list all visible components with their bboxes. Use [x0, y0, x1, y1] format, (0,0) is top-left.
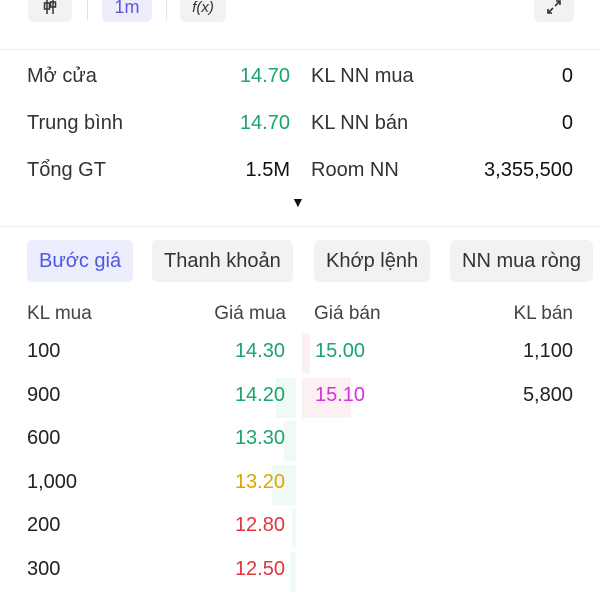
buy-price: 12.80: [234, 514, 285, 537]
tab-price-step[interactable]: Bước giá: [27, 240, 134, 282]
stat-label: Tổng GT: [27, 159, 106, 181]
sell-volume: 5,800: [522, 383, 573, 406]
buy-price: 14.20: [234, 383, 285, 406]
buy-price: 13.30: [234, 427, 285, 450]
stat-value: 0: [561, 65, 573, 87]
expand-caret-icon[interactable]: ▼: [291, 194, 305, 210]
buy-depth-bar: [284, 421, 296, 462]
sell-price: 15.00: [315, 340, 366, 362]
buy-volume: 900: [27, 383, 61, 406]
section-divider: [0, 226, 600, 227]
tab-matched-orders[interactable]: Khớp lệnh: [314, 240, 431, 282]
header-buy-price: Giá mua: [214, 303, 286, 324]
stat-row: Trung bình 14.70 KL NN bán 0: [0, 112, 600, 142]
interval-button[interactable]: 1m: [102, 0, 152, 22]
stat-value: 3,355,500: [484, 159, 573, 181]
stat-row: Mở cửa 14.70 KL NN mua 0: [0, 65, 600, 95]
stat-value: 14.70: [239, 112, 290, 134]
expand-icon[interactable]: [534, 0, 574, 22]
table-row[interactable]: 900 14.20 15.10 5,800: [0, 377, 600, 418]
buy-volume: 1,000: [27, 470, 78, 493]
stat-value: 1.5M: [245, 159, 290, 181]
buy-price: 14.30: [234, 340, 285, 362]
sell-volume: 1,100: [522, 340, 573, 362]
buy-depth-bar: [292, 508, 296, 549]
buy-price: 12.50: [234, 558, 285, 580]
stat-label: KL NN mua: [311, 65, 414, 87]
header-buy-volume: KL mua: [27, 303, 92, 324]
stat-label: Mở cửa: [27, 65, 97, 87]
stat-label: KL NN bán: [311, 112, 409, 134]
table-row[interactable]: 100 14.30 15.00 1,100: [0, 334, 600, 374]
table-row[interactable]: 300 12.50: [0, 552, 600, 592]
buy-volume: 600: [27, 427, 61, 450]
sell-depth-bar: [302, 334, 311, 374]
table-row[interactable]: 200 12.80: [0, 508, 600, 549]
stat-value: 14.70: [239, 65, 290, 87]
tab-liquidity[interactable]: Thanh khoản: [152, 240, 293, 282]
table-row[interactable]: 600 13.30: [0, 421, 600, 462]
stat-label: Room NN: [311, 159, 399, 181]
orderbook-tabs: Bước giá Thanh khoản Khớp lệnh NN mua rò…: [27, 240, 600, 282]
buy-volume: 200: [27, 514, 61, 537]
toolbar-separator: [87, 0, 88, 20]
buy-volume: 100: [27, 340, 61, 362]
buy-volume: 300: [27, 558, 61, 580]
table-row[interactable]: 1,000 13.20: [0, 464, 600, 505]
buy-price: 13.20: [234, 470, 285, 493]
stat-row: Tổng GT 1.5M Room NN 3,355,500: [0, 159, 600, 189]
buy-depth-bar: [290, 552, 296, 592]
stat-label: Trung bình: [27, 112, 123, 134]
chart-toolbar: 1m f(x): [0, 0, 600, 50]
header-sell-volume: KL bán: [513, 303, 573, 324]
header-sell-price: Giá bán: [314, 303, 381, 324]
indicator-button[interactable]: f(x): [180, 0, 226, 22]
stat-value: 0: [561, 112, 573, 134]
toolbar-separator: [166, 0, 167, 20]
sell-price: 15.10: [315, 383, 366, 406]
candlestick-icon[interactable]: [28, 0, 72, 22]
tab-foreign-net-buy[interactable]: NN mua ròng: [450, 240, 593, 282]
